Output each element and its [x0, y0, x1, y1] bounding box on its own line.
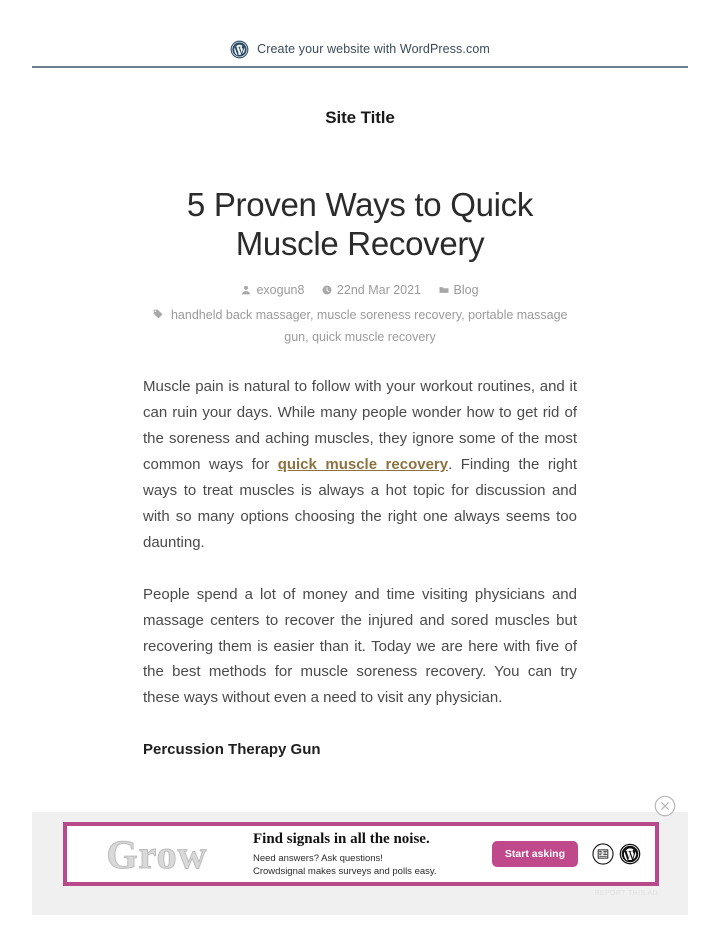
close-icon[interactable] [654, 795, 676, 817]
post-author[interactable]: exogun8 [241, 279, 304, 301]
ad-subtext-line-1: Need answers? Ask questions! [253, 852, 383, 864]
post-paragraph-1: Muscle pain is natural to follow with yo… [143, 374, 577, 556]
ad-banner[interactable]: Grow Find signals in all the noise. Need… [63, 822, 659, 886]
post-title: 5 Proven Ways to Quick Muscle Recovery [186, 186, 534, 262]
post-date[interactable]: 22nd Mar 2021 [322, 279, 421, 301]
post-body: Muscle pain is natural to follow with yo… [143, 348, 577, 763]
tag-icon [153, 309, 162, 318]
ad-subtext-line-2: Crowdsignal makes surveys and polls easy… [253, 866, 437, 877]
site-title[interactable]: Site Title [0, 108, 720, 128]
advertisement-container: Grow Find signals in all the noise. Need… [32, 795, 688, 915]
post-meta-primary-row: exogun8 22nd Mar 2021 Blog [150, 279, 570, 302]
start-asking-button[interactable]: Start asking [491, 841, 578, 867]
clock-icon [322, 285, 332, 295]
post-category[interactable]: Blog [439, 279, 479, 301]
ad-image: Grow [67, 826, 247, 882]
wordpress-promo-bar[interactable]: Create your website with WordPress.com [32, 32, 688, 68]
post-date-label: 22nd Mar 2021 [336, 283, 422, 298]
ad-cta-wrapper: Start asking [491, 841, 578, 867]
ad-copy: Find signals in all the noise. Need answ… [247, 830, 492, 879]
post-category-label: Blog [453, 283, 479, 298]
post-subheading: Percussion Therapy Gun [143, 741, 321, 759]
wordpress-logo-icon [619, 843, 641, 865]
report-ad-label[interactable]: REPORT THIS AD [594, 890, 658, 897]
post-tags[interactable]: handheld back massager, muscle soreness … [150, 304, 570, 349]
folder-icon [439, 287, 448, 294]
ad-headline: Find signals in all the noise. [253, 830, 430, 847]
post-tags-label[interactable]: handheld back massager, muscle soreness … [171, 308, 568, 344]
ad-image-word: Grow [106, 831, 208, 877]
post-author-name: exogun8 [256, 283, 305, 298]
wordpress-promo-link[interactable]: Create your website with WordPress.com [230, 40, 490, 59]
wordpress-logo-icon [230, 40, 249, 58]
post-article: 5 Proven Ways to Quick Muscle Recovery e… [0, 186, 720, 763]
quick-muscle-recovery-link[interactable]: quick muscle recovery [278, 456, 448, 473]
person-icon [242, 286, 251, 295]
post-meta: exogun8 22nd Mar 2021 Blog handheld back [150, 279, 570, 348]
wordpress-promo-label: Create your website with WordPress.com [257, 42, 490, 56]
ad-brand-logos [592, 843, 641, 865]
crowdsignal-logo-icon [592, 843, 614, 865]
post-paragraph-2: People spend a lot of money and time vis… [143, 585, 577, 707]
